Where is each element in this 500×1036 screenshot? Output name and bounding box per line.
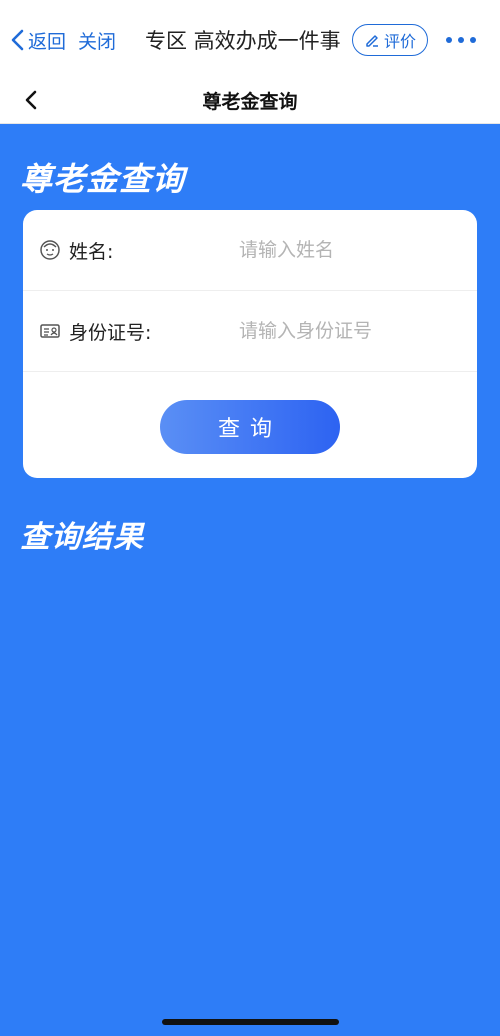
- query-form-card: 姓名: 身份证号: 查询: [23, 210, 477, 478]
- query-button[interactable]: 查询: [160, 400, 340, 454]
- nav-close-button[interactable]: 关闭: [78, 24, 116, 56]
- id-card-icon: [40, 324, 60, 338]
- id-row: 身份证号:: [23, 291, 477, 372]
- nav-back-label: 返回: [28, 30, 67, 53]
- name-label: 姓名:: [69, 240, 114, 263]
- face-icon: [40, 240, 60, 260]
- page-title: 尊老金查询: [202, 90, 298, 113]
- id-number-input[interactable]: [237, 319, 461, 343]
- nav-title: 专区 高效办成一件事: [145, 29, 341, 53]
- page-header: 尊老金查询: [0, 78, 500, 124]
- more-dots-icon[interactable]: [445, 34, 477, 46]
- nav-back-button[interactable]: 返回: [8, 24, 66, 56]
- section-title: 尊老金查询: [20, 160, 186, 198]
- name-input[interactable]: [237, 238, 461, 262]
- rate-button[interactable]: 评价: [352, 24, 428, 56]
- top-nav-bar: 返回 关闭 专区 高效办成一件事 评价: [0, 0, 500, 78]
- pencil-icon: [366, 35, 378, 47]
- name-row: 姓名:: [23, 210, 477, 291]
- rate-label: 评价: [383, 32, 416, 51]
- results-title: 查询结果: [20, 520, 144, 555]
- chevron-left-icon: [11, 29, 24, 51]
- home-indicator: [162, 1019, 339, 1025]
- id-label: 身份证号:: [69, 321, 152, 344]
